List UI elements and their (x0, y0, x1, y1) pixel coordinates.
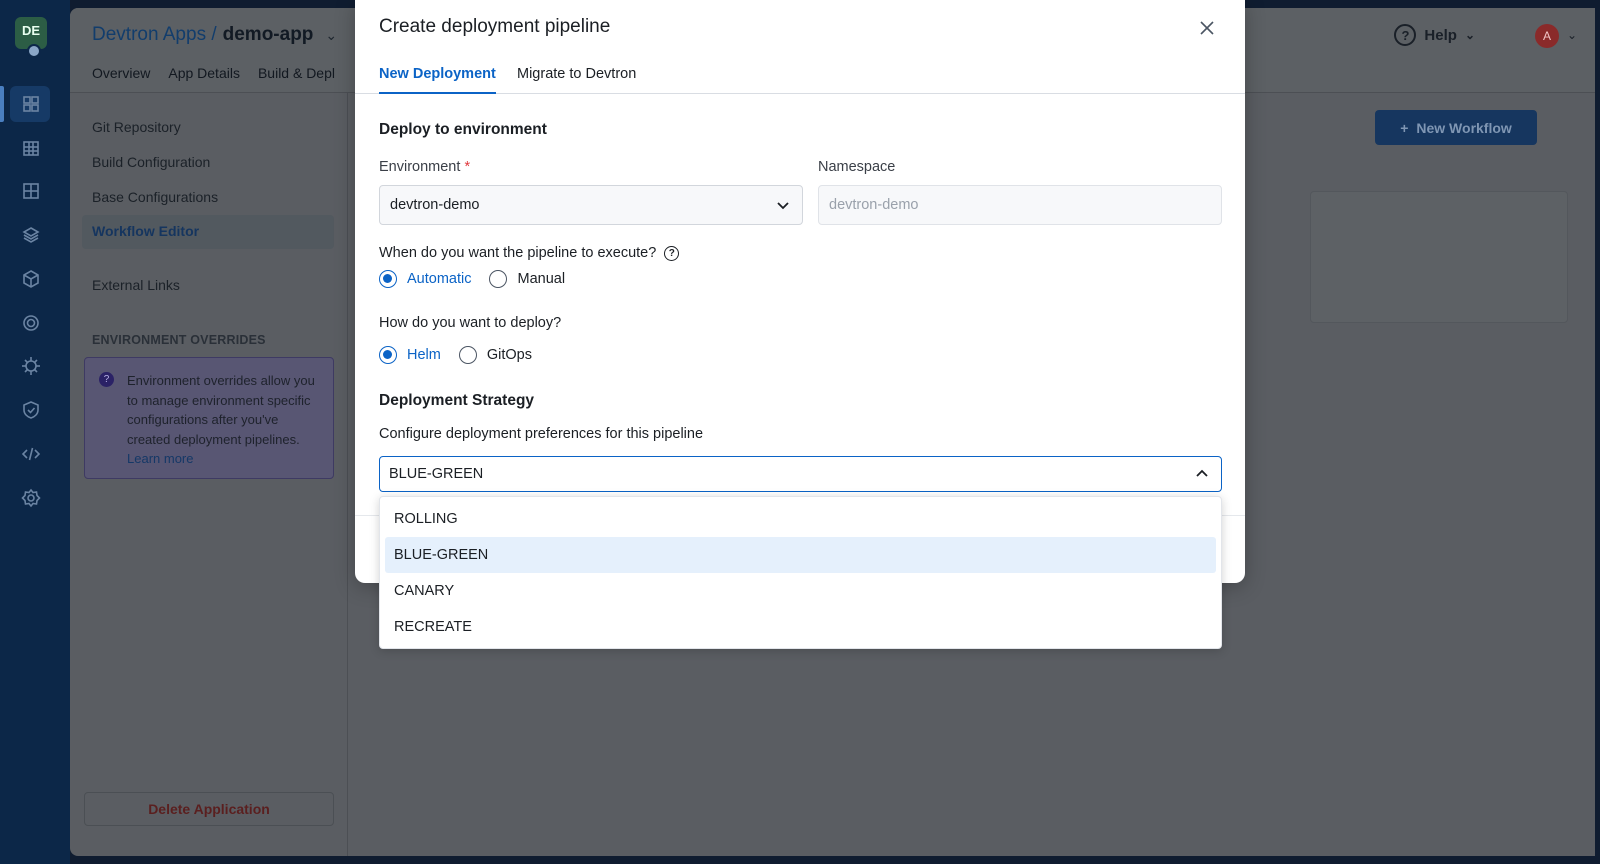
environment-select[interactable]: devtron-demo (379, 185, 803, 225)
namespace-field: devtron-demo (818, 185, 1222, 225)
rail-active-marker (0, 86, 4, 122)
radio-manual-label: Manual (517, 271, 566, 287)
new-workflow-label: New Workflow (1416, 119, 1512, 136)
code-icon[interactable] (18, 441, 44, 467)
tab-app-details[interactable]: App Details (168, 65, 240, 81)
app-name[interactable]: demo-app (223, 24, 314, 46)
chevron-down-icon[interactable]: ⌄ (325, 27, 337, 44)
charts-icon[interactable] (18, 135, 44, 161)
environment-value: devtron-demo (390, 197, 480, 213)
option-rolling[interactable]: ROLLING (385, 501, 1216, 537)
tab-new-deployment[interactable]: New Deployment (379, 66, 496, 94)
help-label: Help (1424, 26, 1457, 44)
radio-automatic[interactable]: Automatic (379, 270, 471, 288)
learn-more-link[interactable]: Learn more (127, 451, 193, 466)
chevron-up-icon (1195, 467, 1209, 481)
chevron-down-icon[interactable]: ⌄ (1567, 28, 1577, 42)
deploy-question: How do you want to deploy? (379, 315, 562, 331)
overrides-info-note: ? Environment overrides allow you to man… (84, 357, 334, 479)
cluster-wheel-icon[interactable] (18, 353, 44, 379)
sidebar-item-build-configuration[interactable]: Build Configuration (92, 154, 210, 170)
tab-overview[interactable]: Overview (92, 65, 150, 81)
close-icon[interactable] (1197, 18, 1217, 38)
strategy-select[interactable]: BLUE-GREEN (379, 456, 1222, 492)
tab-build-deploy[interactable]: Build & Depl (258, 65, 335, 81)
breadcrumb: Devtron Apps / demo-app ⌄ (92, 24, 337, 46)
chevron-down-icon (776, 198, 790, 212)
strategy-dropdown-menu: ROLLING BLUE-GREEN CANARY RECREATE (379, 496, 1222, 649)
sidebar-item-workflow-editor[interactable]: Workflow Editor (82, 215, 334, 249)
tab-migrate-to-devtron[interactable]: Migrate to Devtron (517, 66, 636, 82)
deploy-section-title: Deploy to environment (379, 121, 547, 138)
delete-application-button[interactable]: Delete Application (84, 792, 334, 826)
apps-grid-icon[interactable] (18, 91, 44, 117)
help-menu[interactable]: ? Help ⌄ (1394, 24, 1475, 46)
radio-gitops[interactable]: GitOps (458, 346, 532, 364)
org-logo[interactable]: DE (15, 17, 47, 58)
plus-icon: + (1400, 119, 1409, 136)
strategy-section-title: Deployment Strategy (379, 392, 535, 409)
radio-manual[interactable]: Manual (489, 270, 565, 288)
stack-icon[interactable] (18, 222, 44, 248)
namespace-label: Namespace (818, 159, 896, 175)
org-badge-icon (27, 44, 41, 58)
org-initials: DE (21, 23, 41, 38)
app-tabs: Overview App Details Build & Depl (92, 65, 335, 81)
environment-overrides-heading: ENVIRONMENT OVERRIDES (92, 333, 266, 347)
shield-icon[interactable] (18, 397, 44, 423)
sidebar-item-external-links[interactable]: External Links (92, 277, 180, 293)
radio-helm-label: Helm (407, 347, 441, 363)
app-grid-icon[interactable] (18, 178, 44, 204)
help-icon[interactable]: ? (664, 245, 680, 261)
radio-automatic-label: Automatic (407, 271, 472, 287)
radio-helm[interactable]: Helm (379, 346, 441, 364)
left-nav-rail: DE (0, 0, 70, 864)
workflow-card (1310, 191, 1568, 323)
breadcrumb-parent[interactable]: Devtron Apps / (92, 24, 217, 46)
option-canary[interactable]: CANARY (385, 573, 1216, 609)
strategy-value: BLUE-GREEN (389, 466, 484, 482)
target-icon[interactable] (18, 310, 44, 336)
overrides-note-text: Environment overrides allow you to manag… (127, 373, 315, 447)
cube-icon[interactable] (18, 266, 44, 292)
execute-radio-group: Automatic Manual (379, 270, 583, 288)
execute-question: When do you want the pipeline to execute… (379, 245, 680, 261)
settings-gear-icon[interactable] (18, 485, 44, 511)
option-blue-green[interactable]: BLUE-GREEN (385, 537, 1216, 573)
sidebar-item-base-configurations[interactable]: Base Configurations (92, 189, 218, 205)
help-icon: ? (1394, 24, 1417, 46)
strategy-hint: Configure deployment preferences for thi… (379, 426, 704, 442)
deploy-radio-group: Helm GitOps (379, 346, 550, 364)
chevron-down-icon: ⌄ (1464, 28, 1475, 42)
avatar[interactable]: A (1535, 24, 1559, 48)
sidebar-item-git-repository[interactable]: Git Repository (92, 119, 181, 135)
info-icon: ? (99, 372, 114, 387)
config-sidebar: Git Repository Build Configuration Base … (70, 93, 348, 856)
new-workflow-button[interactable]: + New Workflow (1375, 110, 1537, 145)
modal-title: Create deployment pipeline (379, 16, 611, 37)
option-recreate[interactable]: RECREATE (385, 609, 1216, 645)
modal-tabs: New Deployment Migrate to Devtron (355, 60, 1245, 94)
environment-label: Environment * (379, 159, 471, 175)
radio-gitops-label: GitOps (486, 347, 532, 363)
